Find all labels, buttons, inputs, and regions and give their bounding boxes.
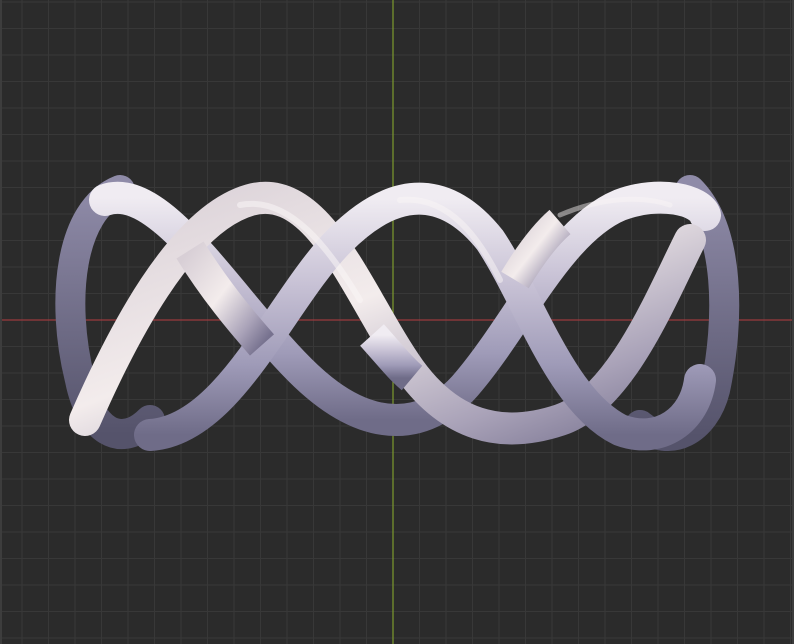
viewport-scene[interactable] <box>0 0 794 644</box>
3d-viewport[interactable] <box>0 0 794 644</box>
